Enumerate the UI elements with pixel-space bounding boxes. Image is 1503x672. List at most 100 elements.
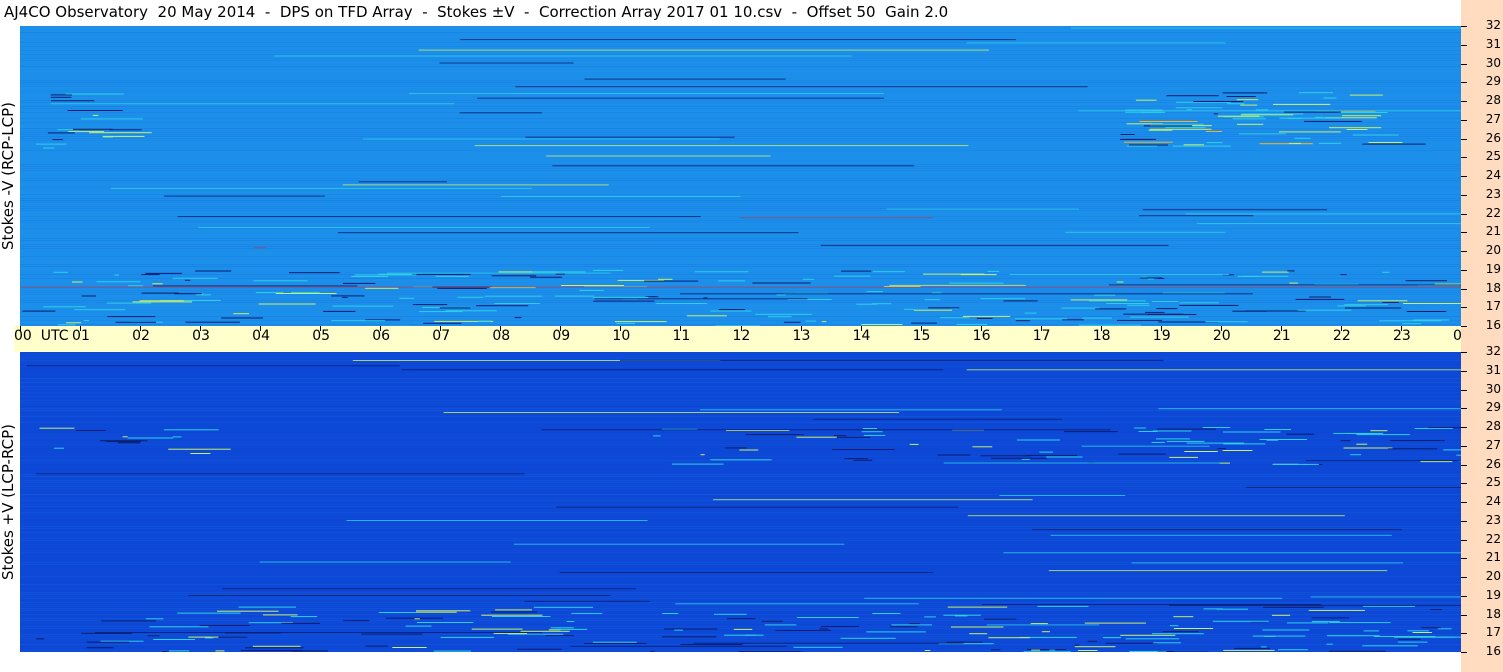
spectrogram-feature-streak <box>1183 144 1204 146</box>
spectrogram-feature-streak <box>253 280 308 282</box>
spectrogram-interference-line <box>401 369 944 371</box>
spectrogram-feature-streak <box>1117 319 1162 321</box>
spectrogram-feature-streak <box>1273 103 1331 105</box>
spectrogram-feature-streak <box>802 278 814 280</box>
spectrogram-interference-line <box>1310 596 1461 598</box>
spectrogram-feature-streak <box>1037 605 1089 607</box>
spectrogram-feature-streak <box>1205 321 1248 323</box>
spectrogram-feature-streak <box>1403 303 1461 304</box>
spectrogram-interference-line <box>1048 570 1388 572</box>
spectrogram-feature-streak <box>1340 274 1347 276</box>
spectrogram-texture-row <box>20 416 1461 417</box>
spectrogram-feature-streak <box>416 610 471 612</box>
time-tick-label: 20 <box>1212 328 1231 344</box>
spectrogram-interference-line <box>982 604 1322 605</box>
spectrogram-feature-streak <box>1420 461 1453 463</box>
frequency-tick-label: 23 <box>1485 186 1501 201</box>
spectrogram-feature-streak <box>52 139 63 141</box>
frequency-tick-label: 32 <box>1485 18 1501 32</box>
spectrogram-texture-row <box>20 292 1461 293</box>
spectrogram-texture-row <box>20 254 1461 255</box>
spectrogram-interference-line <box>221 588 636 590</box>
spectrogram-texture-row <box>20 236 1461 237</box>
spectrogram-texture-row <box>20 496 1461 497</box>
spectrogram-texture-row <box>20 244 1461 245</box>
spectrogram-feature-streak <box>481 614 543 616</box>
spectrogram-feature-streak <box>662 613 679 614</box>
spectrogram-texture-row <box>20 386 1461 387</box>
spectrogram-interference-line <box>515 86 1088 88</box>
spectrogram-texture-row <box>20 54 1461 55</box>
spectrogram-feature-streak <box>1084 622 1146 624</box>
spectrogram-feature-streak <box>454 276 469 277</box>
spectrogram-texture-row <box>20 306 1461 307</box>
spectrogram-feature-streak <box>215 650 225 652</box>
spectrogram-feature-streak <box>1382 271 1390 273</box>
spectrogram-feature-streak <box>53 447 64 449</box>
spectrogram-feature-streak <box>745 434 804 436</box>
spectrogram-texture-row <box>20 554 1461 555</box>
spectrogram-feature-streak <box>1363 605 1415 607</box>
time-tick-label: 10 <box>612 328 631 344</box>
spectrogram-interference-line <box>552 165 915 167</box>
spectrogram-texture-row <box>20 158 1461 159</box>
spectrogram-feature-streak <box>1062 319 1084 321</box>
spectrogram-texture-row <box>20 212 1461 213</box>
spectrogram-texture-row <box>20 128 1461 129</box>
spectrogram-feature-streak <box>1343 447 1393 449</box>
spectrogram-feature-streak <box>35 143 67 145</box>
spectrogram-feature-streak <box>694 271 749 273</box>
spectrogram-texture-row <box>20 502 1461 503</box>
spectrogram-feature-streak <box>1003 300 1038 302</box>
spectrogram-feature-streak <box>796 617 859 618</box>
spectrogram-feature-streak <box>1234 647 1270 649</box>
spectrogram-feature-streak <box>233 313 249 315</box>
spectrogram-texture-row <box>20 40 1461 41</box>
spectrogram-feature-streak <box>1373 636 1436 637</box>
spectrogram-feature-streak <box>1309 296 1331 298</box>
spectrogram-feature-streak <box>924 616 936 618</box>
spectrogram-interference-line <box>110 187 533 189</box>
spectrogram-interference-line <box>1158 408 1461 410</box>
spectrogram-texture-row <box>20 374 1461 375</box>
spectrogram-interference-line <box>525 136 735 138</box>
spectrogram-texture-row <box>20 58 1461 59</box>
spectrogram-texture-row <box>20 186 1461 187</box>
spectrogram-texture-row <box>20 356 1461 357</box>
spectrogram-texture-row <box>20 442 1461 443</box>
spectrogram-texture-row <box>20 240 1461 241</box>
spectrogram-texture-row <box>20 626 1461 627</box>
spectrogram-texture-row <box>20 576 1461 577</box>
spectrogram-feature-streak <box>477 320 491 322</box>
spectrogram-texture-row <box>20 480 1461 481</box>
spectrogram-feature-streak <box>550 627 574 629</box>
spectrogram-feature-streak <box>490 611 538 613</box>
spectrogram-feature-streak <box>1148 129 1173 131</box>
spectrogram-texture-row <box>20 62 1461 63</box>
spectrogram-feature-streak <box>724 634 764 636</box>
spectrogram-feature-streak <box>43 306 86 308</box>
spectrogram-feature-streak <box>1166 440 1205 442</box>
spectrogram-feature-streak <box>1402 323 1422 325</box>
spectrogram-interference-line <box>177 216 701 218</box>
spectrogram-feature-streak <box>361 633 423 635</box>
spectrogram-feature-streak <box>1149 128 1212 130</box>
spectrogram-feature-streak <box>1286 433 1315 435</box>
spectrogram-feature-streak <box>761 620 783 622</box>
spectrogram-feature-streak <box>1064 431 1118 433</box>
spectrogram-feature-streak <box>1026 454 1078 456</box>
time-tick-label: 15 <box>912 328 931 344</box>
spectrogram-texture-row <box>20 396 1461 397</box>
spectrogram-feature-streak <box>1217 448 1227 450</box>
spectrogram-texture-row <box>20 66 1461 67</box>
frequency-tick-label: 22 <box>1485 531 1501 546</box>
frequency-tick-label: 28 <box>1485 93 1501 107</box>
spectrogram-texture-row <box>20 352 1461 353</box>
spectrogram-feature-streak <box>331 295 365 297</box>
spectrogram-feature-streak <box>1264 636 1276 637</box>
spectrogram-feature-streak <box>1095 308 1127 310</box>
spectrogram-feature-streak <box>92 114 99 116</box>
frequency-tick-label: 18 <box>1485 606 1501 621</box>
spectrogram-texture-row <box>20 94 1461 95</box>
spectrogram-feature-streak <box>987 270 1000 272</box>
